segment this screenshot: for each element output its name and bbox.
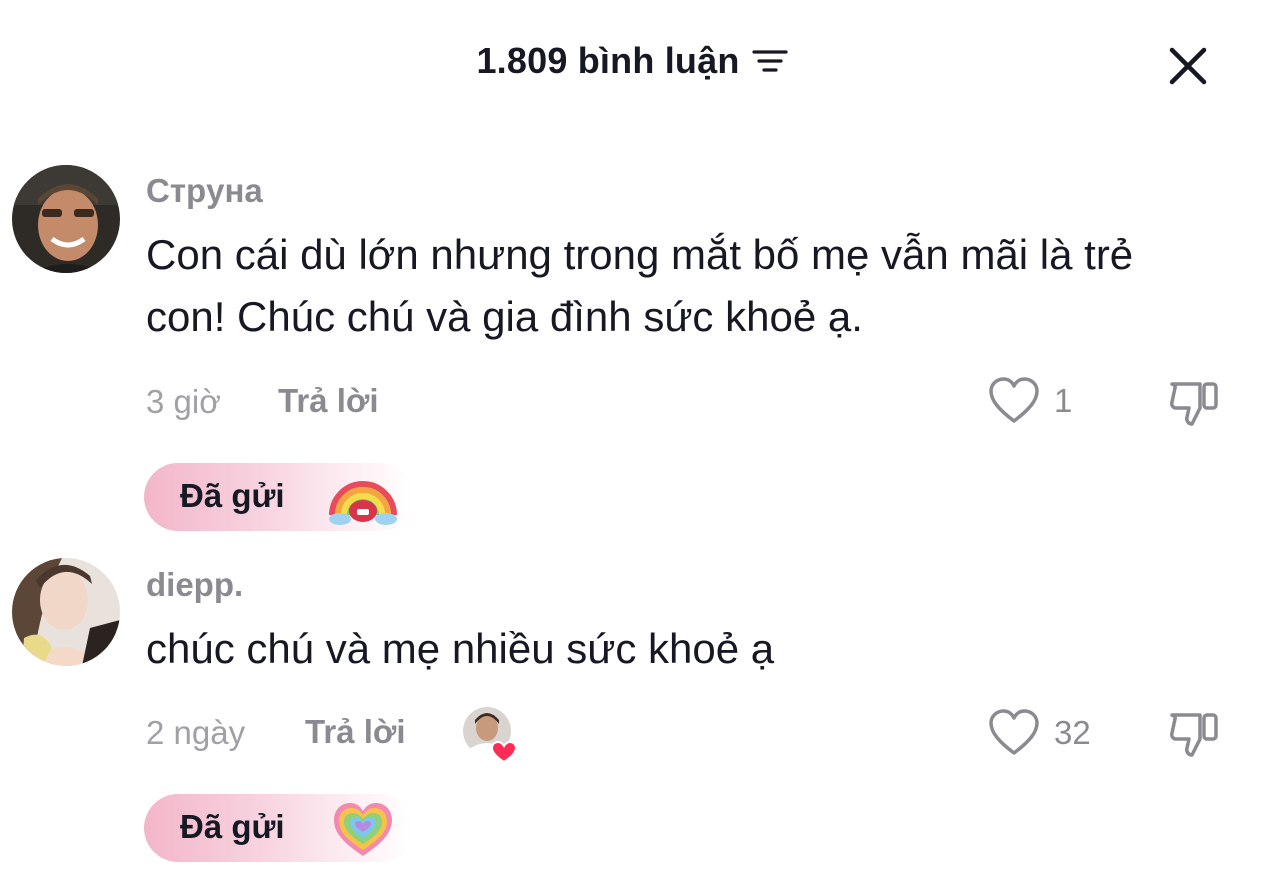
like-count: 1 — [1054, 382, 1073, 419]
reply-button[interactable]: Trả lời — [305, 713, 406, 751]
avatar[interactable] — [12, 558, 120, 666]
comment-time: 3 giờ — [146, 383, 221, 420]
comment-time: 2 ngày — [146, 714, 246, 751]
comment-count-title[interactable]: 1.809 bình luận — [0, 40, 1266, 82]
thumbs-down-icon[interactable] — [1166, 374, 1222, 430]
rainbow-face-sticker-icon — [329, 481, 397, 525]
comment-username[interactable]: diepp. — [146, 566, 243, 604]
rainbow-heart-sticker-icon — [334, 803, 392, 856]
creator-liked-avatar — [463, 707, 518, 764]
comment-text: Con cái dù lớn nhưng trong mắt bố mẹ vẫn… — [146, 231, 1134, 340]
sort-lines-icon[interactable] — [750, 46, 790, 76]
avatar[interactable] — [12, 165, 120, 273]
comment-count-label: 1.809 bình luận — [476, 40, 740, 81]
like-count: 32 — [1054, 714, 1091, 751]
sent-gift-chip[interactable]: Đã gửi — [144, 794, 414, 862]
heart-outline-icon — [989, 377, 1039, 423]
like-button[interactable]: 32 — [988, 708, 1091, 758]
heart-outline-icon — [989, 709, 1039, 755]
sent-label: Đã gửi — [180, 477, 285, 514]
sent-label: Đã gửi — [180, 808, 285, 845]
close-icon[interactable] — [1164, 42, 1212, 90]
reply-button[interactable]: Trả lời — [278, 382, 379, 420]
comment-text: chúc chú và mẹ nhiều sức khoẻ ạ — [146, 625, 775, 672]
like-button[interactable]: 1 — [988, 376, 1072, 426]
thumbs-down-icon[interactable] — [1166, 705, 1222, 761]
comments-header: 1.809 bình luận — [0, 0, 1266, 130]
comment-username[interactable]: Стpyнa — [146, 172, 263, 210]
sent-gift-chip[interactable]: Đã gửi — [144, 463, 414, 531]
